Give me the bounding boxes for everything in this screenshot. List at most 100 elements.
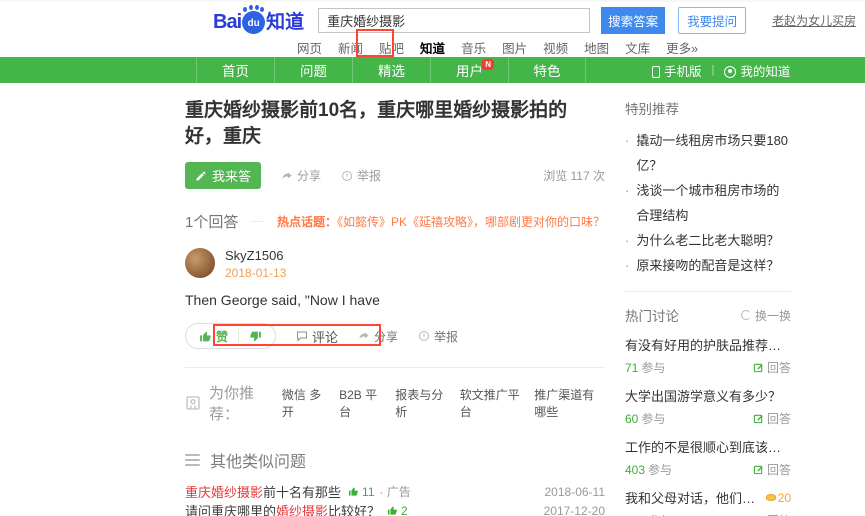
share-answer-button[interactable]: 分享: [358, 328, 398, 345]
participate-label: 参与: [648, 512, 672, 516]
search-tab[interactable]: 文库: [625, 38, 650, 57]
view-count: 浏览 117 次: [543, 167, 605, 184]
baidu-zhidao-logo[interactable]: Bai du 知道: [213, 7, 304, 34]
answer-now-button[interactable]: 我来答: [185, 162, 261, 189]
search-input[interactable]: [318, 8, 590, 33]
mobile-version-link[interactable]: 手机版: [652, 61, 702, 80]
ad-label: · 广告: [380, 483, 411, 500]
similar-question-link[interactable]: 重庆婚纱摄影前十名有那些: [185, 482, 341, 501]
report-answer-button[interactable]: 举报: [418, 328, 458, 345]
similar-question-link[interactable]: 请问重庆哪里的婚纱摄影比较好？: [185, 501, 380, 516]
participate-label: 参与: [648, 461, 672, 478]
vote-separator: [238, 329, 239, 343]
answer-link[interactable]: 回答: [753, 410, 791, 427]
search-tab[interactable]: 知道: [420, 38, 445, 57]
hot-discussion-item: 大学出国游学意义有多少？ 60 参与 回答: [625, 386, 791, 427]
recommend-link[interactable]: 软文推广平台: [460, 386, 521, 420]
refresh-button[interactable]: 换一换: [741, 307, 791, 324]
search-tab[interactable]: 图片: [502, 38, 527, 57]
pencil-square-icon: [753, 413, 764, 424]
search-vertical-tabs: 网页新闻贴吧知道音乐图片视频地图文库更多»: [0, 38, 865, 57]
question-date: 2017-12-20: [544, 504, 605, 516]
answer-content: Then George said, "Now I have: [185, 292, 605, 308]
similar-question-row: 重庆婚纱摄影前十名有那些 11 · 广告 2018-06-11: [185, 482, 605, 501]
answer-link[interactable]: 回答: [753, 359, 791, 376]
hot-discussion-section: 热门讨论 换一换 有没有好用的护肤品推荐下，最好国内网... 71 参与 回答 …: [625, 305, 791, 516]
answer-block: SkyZ1506 2018-01-13 Then George said, "N…: [185, 248, 605, 349]
nav-separator: |: [712, 64, 715, 76]
thumbs-up-icon: [387, 505, 398, 516]
participant-count: 71: [625, 361, 638, 375]
report-icon: [418, 330, 430, 342]
similar-questions-section: 其他类似问题 重庆婚纱摄影前十名有那些 11 · 广告 2018-06-11 请…: [185, 448, 605, 516]
my-zhidao-link[interactable]: 我的知道: [724, 61, 790, 80]
answerer-avatar[interactable]: [185, 248, 215, 278]
nav-item[interactable]: 精选N: [352, 57, 430, 83]
baidu-paw-icon: du: [242, 11, 265, 34]
pencil-square-icon: [753, 362, 764, 373]
promo-link[interactable]: 老赵为女儿买房: [772, 12, 856, 29]
search-tab[interactable]: 音乐: [461, 38, 486, 57]
question-title: 重庆婚纱摄影前10名，重庆哪里婚纱摄影拍的好，重庆: [185, 98, 605, 150]
coin-icon: [766, 494, 776, 501]
user-circle-icon: [724, 66, 736, 78]
report-question-button[interactable]: 举报: [341, 167, 381, 184]
comment-bubble-icon: [296, 330, 308, 342]
recommend-link[interactable]: 推广渠道有哪些: [534, 386, 605, 420]
zhidao-nav-bar: 首页N问题N精选N用户N特色N 手机版 | 我的知道: [0, 57, 865, 83]
similar-questions-list: 重庆婚纱摄影前十名有那些 11 · 广告 2018-06-11 请问重庆哪里的婚…: [185, 482, 605, 516]
recommend-label: 为你推荐：: [209, 382, 274, 424]
participate-label: 参与: [641, 359, 665, 376]
share-question-button[interactable]: 分享: [281, 167, 321, 184]
question-date: 2018-06-11: [545, 485, 606, 499]
question-action-bar: 我来答 分享 举报 浏览 117 次: [185, 162, 605, 189]
special-recommend-section: 特别推荐 撬动一线租房市场只要180亿？浅谈一个城市租房市场的合理结构为什么老二…: [625, 98, 791, 278]
special-recommend-item[interactable]: 撬动一线租房市场只要180亿？: [625, 128, 791, 178]
search-answers-button[interactable]: 搜索答案: [601, 7, 665, 34]
answer-date: 2018-01-13: [225, 266, 286, 280]
new-badge: N: [482, 59, 494, 70]
hot-discussion-item: 有没有好用的护肤品推荐下，最好国内网... 71 参与 回答: [625, 335, 791, 376]
search-tab[interactable]: 网页: [297, 38, 322, 57]
phone-icon: [652, 66, 660, 78]
section-divider: [185, 367, 605, 368]
search-tab[interactable]: 贴吧: [379, 38, 404, 57]
search-tab[interactable]: 新闻: [338, 38, 363, 57]
search-tab[interactable]: 地图: [584, 38, 609, 57]
nav-item[interactable]: 问题N: [274, 57, 352, 83]
hot-topic-banner[interactable]: 热点话题：《如懿传》PK《延禧攻略》，哪部剧更对你的口味？: [277, 213, 605, 230]
thumbs-up-button[interactable]: 赞: [199, 328, 228, 345]
thumbs-down-button[interactable]: [249, 330, 262, 343]
recommend-link[interactable]: B2B 平台: [339, 386, 381, 420]
special-recommend-title: 特别推荐: [625, 98, 791, 118]
recommend-row: 为你推荐： 微信 多开 B2B 平台报表与分析软文推广平台推广渠道有哪些: [185, 382, 605, 424]
recommend-badge-icon: [185, 395, 201, 411]
special-recommend-item[interactable]: 原来接吻的配音是这样？: [625, 253, 791, 278]
pencil-square-icon: [753, 464, 764, 475]
like-count: 2: [387, 504, 408, 516]
recommend-link[interactable]: 微信 多开: [282, 386, 325, 420]
answer-action-bar: 赞 评论 分享 举报: [185, 323, 605, 349]
comment-button[interactable]: 评论: [296, 327, 338, 346]
recommend-link[interactable]: 报表与分析: [395, 386, 446, 420]
thumbs-up-icon: [348, 486, 359, 497]
search-tab[interactable]: 视频: [543, 38, 568, 57]
special-recommend-item[interactable]: 浅谈一个城市租房市场的合理结构: [625, 178, 791, 228]
nav-item[interactable]: 用户N: [430, 57, 508, 83]
answer-link[interactable]: 回答: [753, 461, 791, 478]
search-tab[interactable]: 更多»: [666, 38, 698, 57]
participant-count: 60: [625, 412, 638, 426]
ask-question-button[interactable]: 我要提问: [678, 7, 746, 34]
nav-item[interactable]: 首页N: [196, 57, 274, 83]
sidebar-divider: [625, 291, 791, 292]
logo-bai-text: Bai: [213, 11, 241, 34]
answer-link[interactable]: 回答: [753, 512, 791, 516]
special-recommend-item[interactable]: 为什么老二比老大聪明？: [625, 228, 791, 253]
answer-count-label: 1个回答: [185, 211, 238, 232]
answerer-name[interactable]: SkyZ1506: [225, 248, 286, 263]
nav-right-group: 手机版 | 我的知道: [652, 57, 790, 83]
nav-item[interactable]: 特色N: [508, 57, 586, 83]
hot-discussion-item: 我和父母对话，他们总说我顶嘴，...20 546 参与 回答: [625, 488, 791, 516]
similar-question-row: 请问重庆哪里的婚纱摄影比较好？ 2 2017-12-20: [185, 501, 605, 516]
refresh-icon: [741, 310, 751, 320]
